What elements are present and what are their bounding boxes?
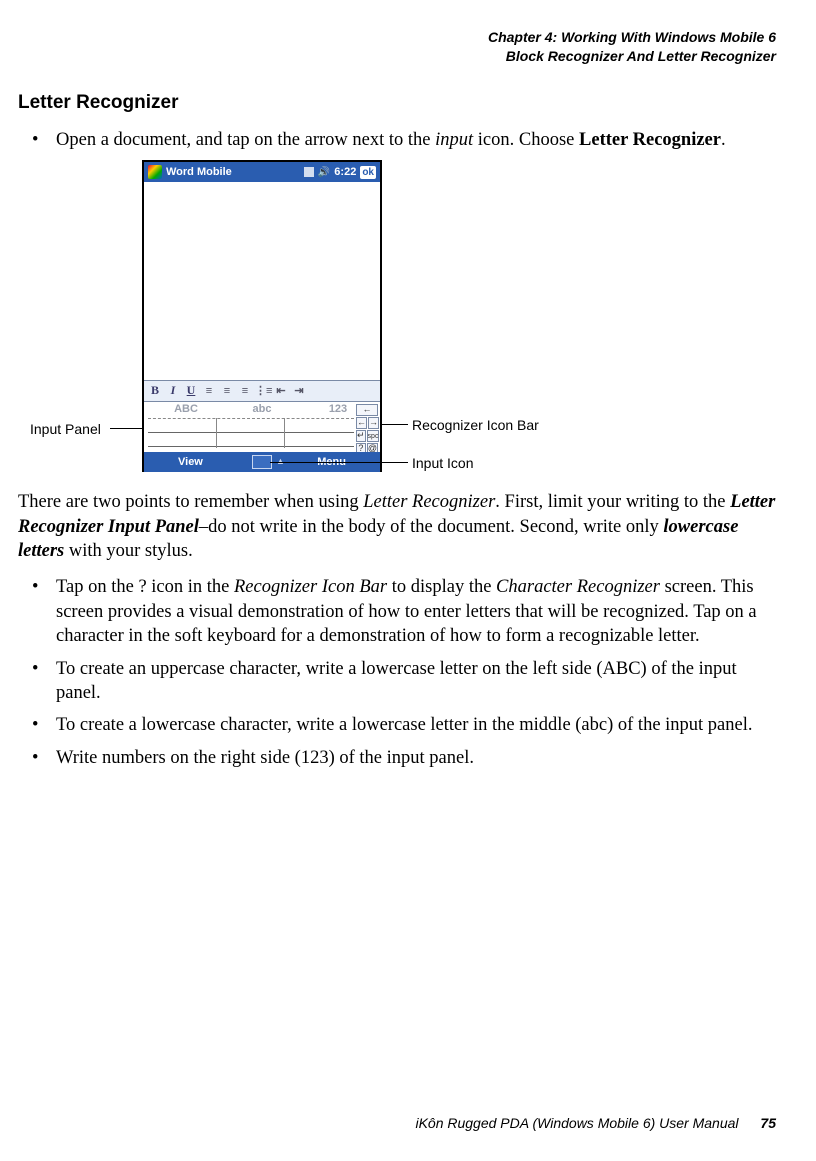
document-body[interactable] [144,182,380,381]
paragraph: There are two points to remember when us… [18,490,776,563]
start-icon[interactable] [148,165,162,179]
device-frame: Word Mobile 6:22 ok B I U ≡ ≡ ≡ ⋮≡ ⇤ [142,160,382,472]
bullets-icon[interactable]: ⋮≡ [255,384,271,399]
list-item: Write numbers on the right side (123) of… [18,746,776,770]
backspace-icon[interactable]: ← [356,404,378,416]
page-footer: iKôn Rugged PDA (Windows Mobile 6) User … [40,1115,776,1131]
text: icon. Choose [473,130,579,150]
align-center-icon[interactable]: ≡ [219,384,235,399]
outdent-icon[interactable]: ⇤ [273,384,289,399]
indent-icon[interactable]: ⇥ [291,384,307,399]
cursor-right-icon[interactable]: → [368,417,379,429]
callout-recognizer-bar: Recognizer Icon Bar [412,416,539,434]
align-right-icon[interactable]: ≡ [237,384,253,399]
italic-button[interactable]: I [165,383,181,399]
writing-area[interactable] [148,418,354,448]
section-title: Letter Recognizer [18,92,776,114]
list-item: To create an uppercase character, write … [18,657,776,706]
speaker-icon[interactable] [318,165,330,180]
list-item: To create a lowercase character, write a… [18,713,776,737]
ok-button[interactable]: ok [360,166,376,179]
signal-icon[interactable] [304,167,314,177]
intro-bullet: Open a document, and tap on the arrow ne… [18,128,776,152]
callout-input-icon: Input Icon [412,454,474,472]
format-toolbar: B I U ≡ ≡ ≡ ⋮≡ ⇤ ⇥ [144,381,380,402]
underline-button[interactable]: U [183,383,199,399]
page-number: 75 [760,1115,776,1131]
text: . [721,130,726,150]
recognizer-icon-bar: ← ← → ↵ spc ? @ [356,404,378,455]
zone-upper: ABC [148,402,224,417]
space-icon[interactable]: spc [367,430,380,442]
input-panel[interactable]: ABC abc 123 ← ← [144,402,380,452]
figure-screenshot: Word Mobile 6:22 ok B I U ≡ ≡ ≡ ⋮≡ ⇤ [98,160,698,480]
list-item: Tap on the ? icon in the Recognizer Icon… [18,575,776,648]
header-section: Block Recognizer And Letter Recognizer [18,47,776,66]
view-menu[interactable]: View [178,455,203,470]
callout-input-panel: Input Panel [30,420,101,438]
text-em: input [435,130,473,150]
page-header: Chapter 4: Working With Windows Mobile 6… [18,28,776,66]
bold-button[interactable]: B [147,383,163,399]
text: Open a document, and tap on the arrow ne… [56,130,435,150]
zone-lower: abc [224,402,300,417]
enter-icon[interactable]: ↵ [356,430,366,442]
clock: 6:22 [334,165,356,180]
cursor-left-icon[interactable]: ← [356,417,367,429]
footer-text: iKôn Rugged PDA (Windows Mobile 6) User … [415,1115,738,1131]
text-bold: Letter Recognizer [579,130,721,150]
header-chapter: Chapter 4: Working With Windows Mobile 6 [18,28,776,47]
titlebar: Word Mobile 6:22 ok [144,162,380,182]
app-title: Word Mobile [166,165,232,180]
input-icon[interactable] [252,455,272,469]
align-left-icon[interactable]: ≡ [201,384,217,399]
